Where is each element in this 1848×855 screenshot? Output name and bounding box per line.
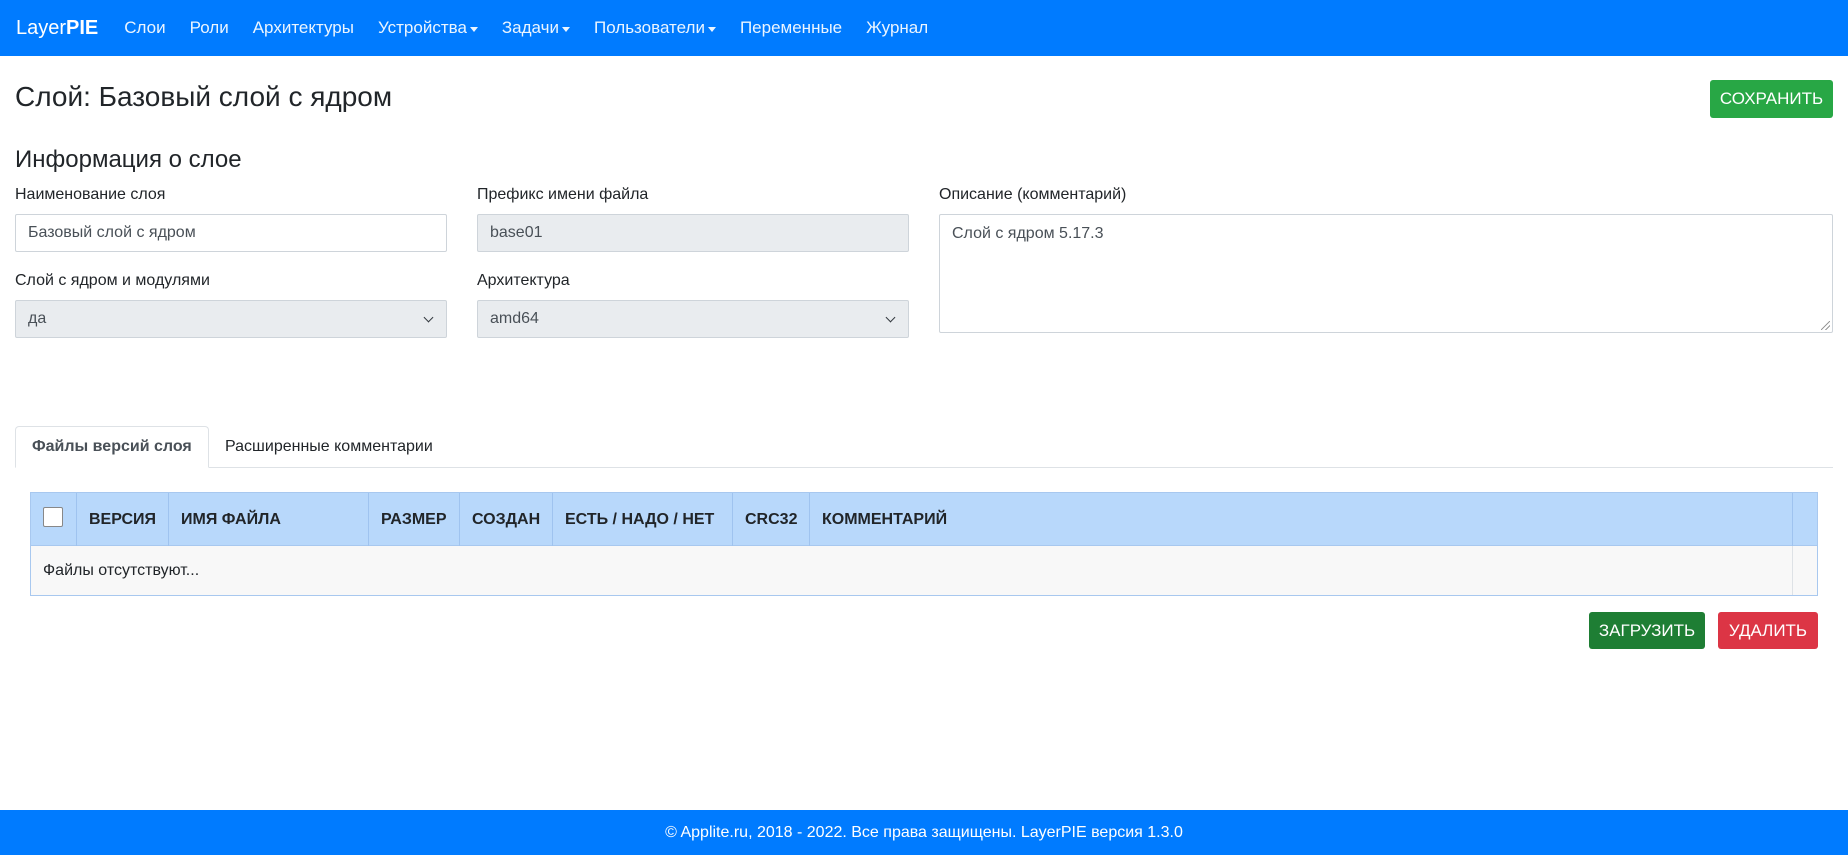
nav-item-label: Слои — [124, 18, 166, 37]
description-value: Слой с ядром 5.17.3 — [952, 225, 1104, 242]
nav-item-layers[interactable]: Слои — [112, 18, 177, 38]
nav-item-journal[interactable]: Журнал — [854, 18, 940, 38]
description-textarea[interactable]: Слой с ядром 5.17.3 — [939, 214, 1833, 333]
column-header-size[interactable]: Размер — [369, 493, 460, 546]
column-header-version[interactable]: Версия — [77, 493, 169, 546]
nav-item-devices[interactable]: Устройства — [366, 18, 490, 38]
chevron-down-icon — [885, 312, 896, 322]
nav-item-architectures[interactable]: Архитектуры — [241, 18, 366, 38]
upload-button[interactable]: Загрузить — [1589, 612, 1705, 649]
column-header-presence[interactable]: Есть / Надо / Нет — [553, 493, 733, 546]
empty-table-message: Файлы отсутствуют... — [31, 546, 1793, 595]
brand-logo[interactable]: LayerPIE — [16, 17, 98, 40]
select-all-checkbox[interactable] — [43, 506, 63, 527]
architecture-value: amd64 — [490, 310, 539, 327]
column-header-scroll-spacer — [1793, 493, 1817, 546]
column-header-created[interactable]: Создан — [460, 493, 553, 546]
chevron-down-icon — [423, 312, 434, 322]
page-title: Слой: Базовый слой с ядром — [15, 81, 393, 112]
tab-version-files[interactable]: Файлы версий слоя — [15, 426, 209, 468]
section-title-layer-info: Информация о слое — [15, 146, 242, 173]
footer-text: © Applite.ru, 2018 - 2022. Все права защ… — [665, 823, 1183, 841]
nav-item-label: Задачи — [501, 18, 559, 37]
caret-down-icon — [469, 26, 478, 32]
layer-name-input[interactable]: Базовый слой с ядром — [15, 214, 447, 252]
kernel-modules-value: да — [28, 310, 47, 327]
file-prefix-input: base01 — [477, 214, 909, 252]
architecture-select[interactable]: amd64 — [477, 300, 909, 338]
nav-item-users[interactable]: Пользователи — [582, 18, 728, 38]
file-prefix-value: base01 — [490, 224, 543, 241]
nav-item-label: Журнал — [866, 18, 929, 37]
select-all-cell — [31, 493, 77, 546]
column-header-filename[interactable]: Имя файла — [169, 493, 369, 546]
tab-extended-comments[interactable]: Расширенные комментарии — [209, 426, 449, 468]
nav-item-roles[interactable]: Роли — [178, 18, 241, 38]
table-header: Версия Имя файла Размер Создан Есть / На… — [31, 493, 1817, 546]
version-files-table: Версия Имя файла Размер Создан Есть / На… — [30, 492, 1818, 596]
brand-text-bold: PIE — [66, 16, 99, 39]
column-header-comment[interactable]: Комментарий — [810, 493, 1793, 546]
brand-text-light: Layer — [16, 16, 67, 39]
nav-item-tasks[interactable]: Задачи — [490, 18, 582, 38]
file-prefix-label: Префикс имени файла — [477, 186, 649, 203]
kernel-modules-label: Слой с ядром и модулями — [15, 272, 210, 289]
nav-item-label: Архитектуры — [252, 18, 354, 37]
table-scroll-spacer — [1793, 546, 1817, 595]
description-label: Описание (комментарий) — [939, 186, 1127, 203]
nav-item-label: Пользователи — [593, 18, 705, 37]
top-navbar: LayerPIE Слои Роли Архитектуры Устройств… — [0, 0, 1848, 56]
kernel-modules-select[interactable]: да — [15, 300, 447, 338]
nav-item-label: Переменные — [739, 18, 843, 37]
table-row: Файлы отсутствуют... — [31, 546, 1817, 595]
page-footer: © Applite.ru, 2018 - 2022. Все права защ… — [0, 810, 1848, 855]
caret-down-icon — [707, 26, 716, 32]
delete-button[interactable]: Удалить — [1718, 612, 1818, 649]
save-button[interactable]: Сохранить — [1710, 80, 1833, 118]
layer-name-label: Наименование слоя — [15, 186, 166, 203]
nav-item-label: Устройства — [377, 18, 467, 37]
resize-grip-icon[interactable] — [1821, 321, 1830, 330]
column-header-crc32[interactable]: CRC32 — [733, 493, 810, 546]
caret-down-icon — [561, 26, 570, 32]
nav-item-variables[interactable]: Переменные — [728, 18, 854, 38]
layer-name-value: Базовый слой с ядром — [28, 224, 196, 241]
tabs-bar: Файлы версий слоя Расширенные комментари… — [15, 426, 1833, 468]
nav-item-label: Роли — [189, 18, 229, 37]
architecture-label: Архитектура — [477, 272, 570, 289]
